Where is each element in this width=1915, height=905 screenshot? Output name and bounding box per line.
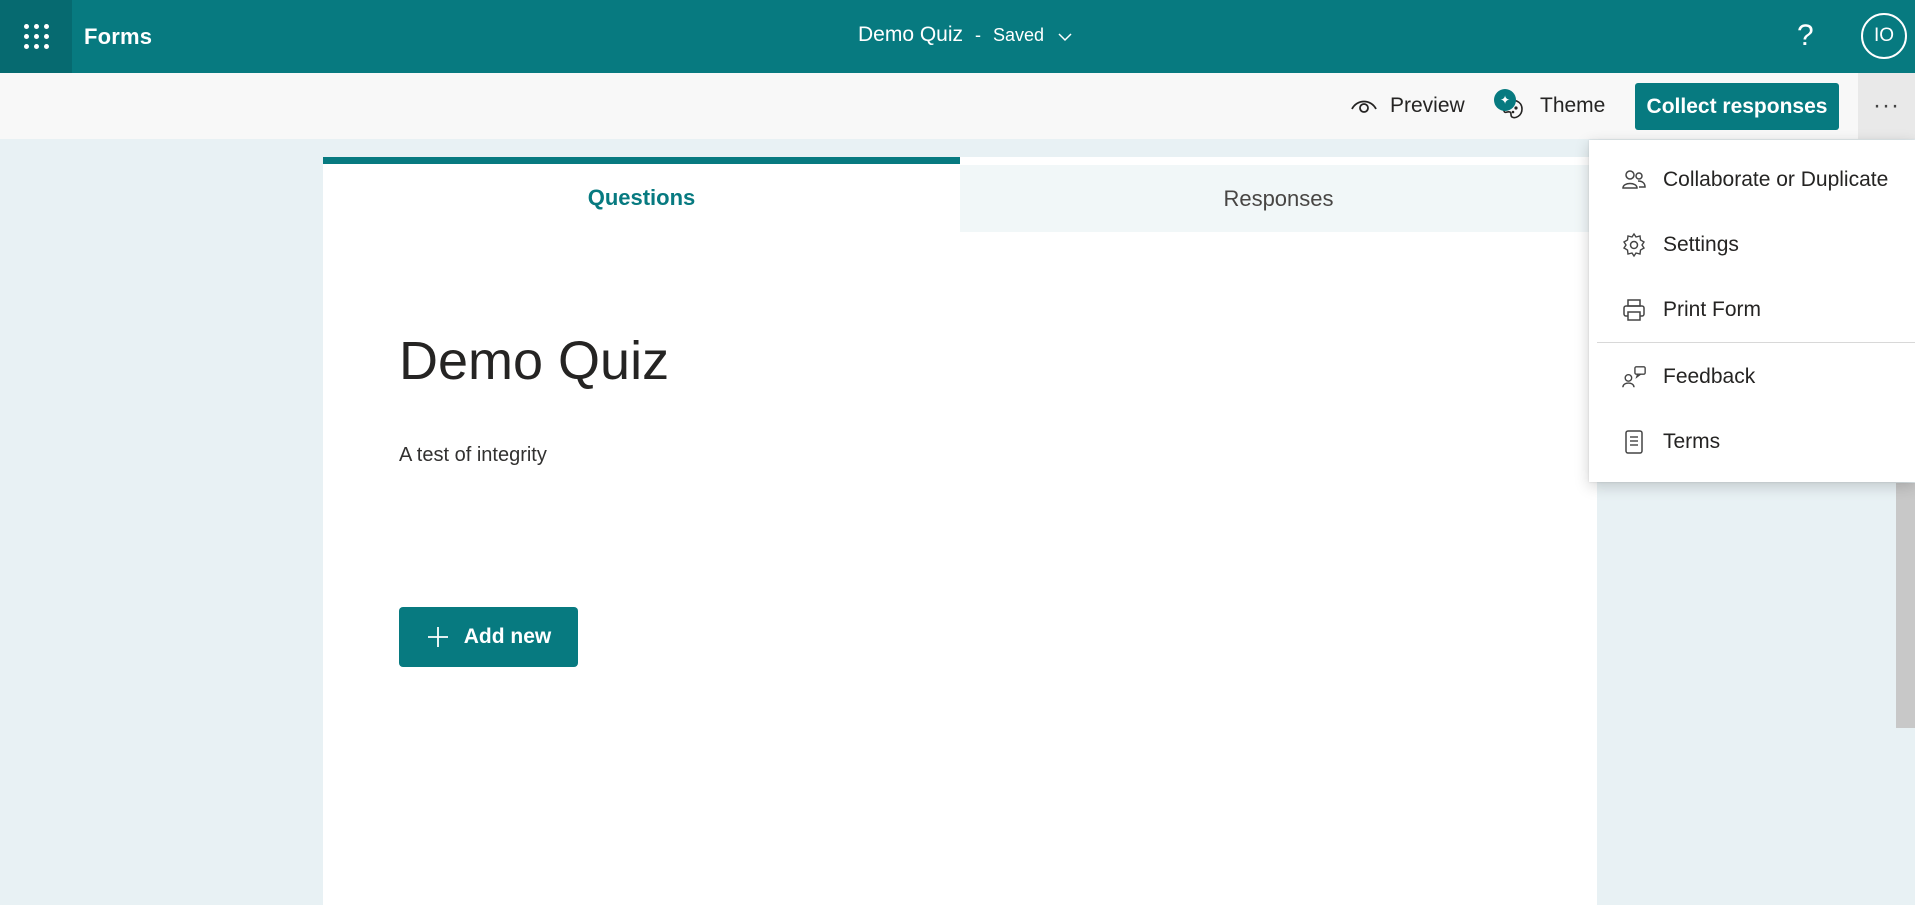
command-bar: Preview ✦ Theme Collect responses ··· xyxy=(0,73,1915,139)
add-new-button[interactable]: Add new xyxy=(399,607,578,667)
form-card: Questions Responses Demo Quiz A test of … xyxy=(323,157,1597,905)
plus-icon xyxy=(427,627,448,647)
form-title[interactable]: Demo Quiz xyxy=(399,330,669,392)
gear-icon xyxy=(1621,232,1647,258)
form-description[interactable]: A test of integrity xyxy=(399,444,547,467)
more-options-menu: Collaborate or Duplicate Settings Print … xyxy=(1589,140,1915,482)
menu-item-label: Terms xyxy=(1663,430,1721,453)
menu-item-label: Collaborate or Duplicate xyxy=(1663,168,1889,191)
theme-button[interactable]: ✦ Theme xyxy=(1494,73,1605,139)
people-icon xyxy=(1621,167,1647,193)
app-launcher-button[interactable] xyxy=(0,0,72,73)
menu-item-collaborate[interactable]: Collaborate or Duplicate xyxy=(1589,150,1915,210)
title-separator: - xyxy=(975,24,982,45)
tab-responses[interactable]: Responses xyxy=(960,165,1597,232)
collect-responses-button[interactable]: Collect responses xyxy=(1635,83,1839,130)
tab-questions[interactable]: Questions xyxy=(323,157,960,232)
theme-badge-icon: ✦ xyxy=(1494,89,1516,111)
preview-button[interactable]: Preview xyxy=(1350,73,1465,139)
form-title-menu[interactable]: Demo Quiz - Saved xyxy=(858,23,1074,47)
help-button[interactable]: ? xyxy=(1797,18,1814,54)
menu-item-label: Settings xyxy=(1663,233,1739,256)
menu-item-feedback[interactable]: Feedback xyxy=(1589,347,1915,407)
chevron-down-icon xyxy=(1058,33,1072,42)
menu-item-label: Print Form xyxy=(1663,298,1762,321)
printer-icon xyxy=(1621,297,1647,323)
waffle-icon xyxy=(23,24,49,49)
document-icon xyxy=(1621,429,1647,455)
menu-item-settings[interactable]: Settings xyxy=(1589,215,1915,275)
more-options-button[interactable]: ··· xyxy=(1858,73,1915,139)
avatar[interactable]: IO xyxy=(1861,13,1907,59)
feedback-icon xyxy=(1621,364,1647,390)
scrollbar[interactable] xyxy=(1896,483,1915,728)
app-name[interactable]: Forms xyxy=(84,24,152,50)
menu-item-print-form[interactable]: Print Form xyxy=(1589,280,1915,340)
theme-label: Theme xyxy=(1540,94,1606,117)
menu-divider xyxy=(1597,342,1915,343)
preview-label: Preview xyxy=(1390,94,1465,117)
palette-icon: ✦ xyxy=(1494,89,1528,123)
top-header: Forms Demo Quiz - Saved ? IO xyxy=(0,0,1915,73)
header-form-title: Demo Quiz xyxy=(858,23,964,46)
save-status: Saved xyxy=(993,24,1045,45)
eye-icon xyxy=(1351,100,1377,113)
add-new-label: Add new xyxy=(463,625,552,648)
menu-item-label: Feedback xyxy=(1663,365,1756,388)
menu-item-terms[interactable]: Terms xyxy=(1589,412,1915,472)
